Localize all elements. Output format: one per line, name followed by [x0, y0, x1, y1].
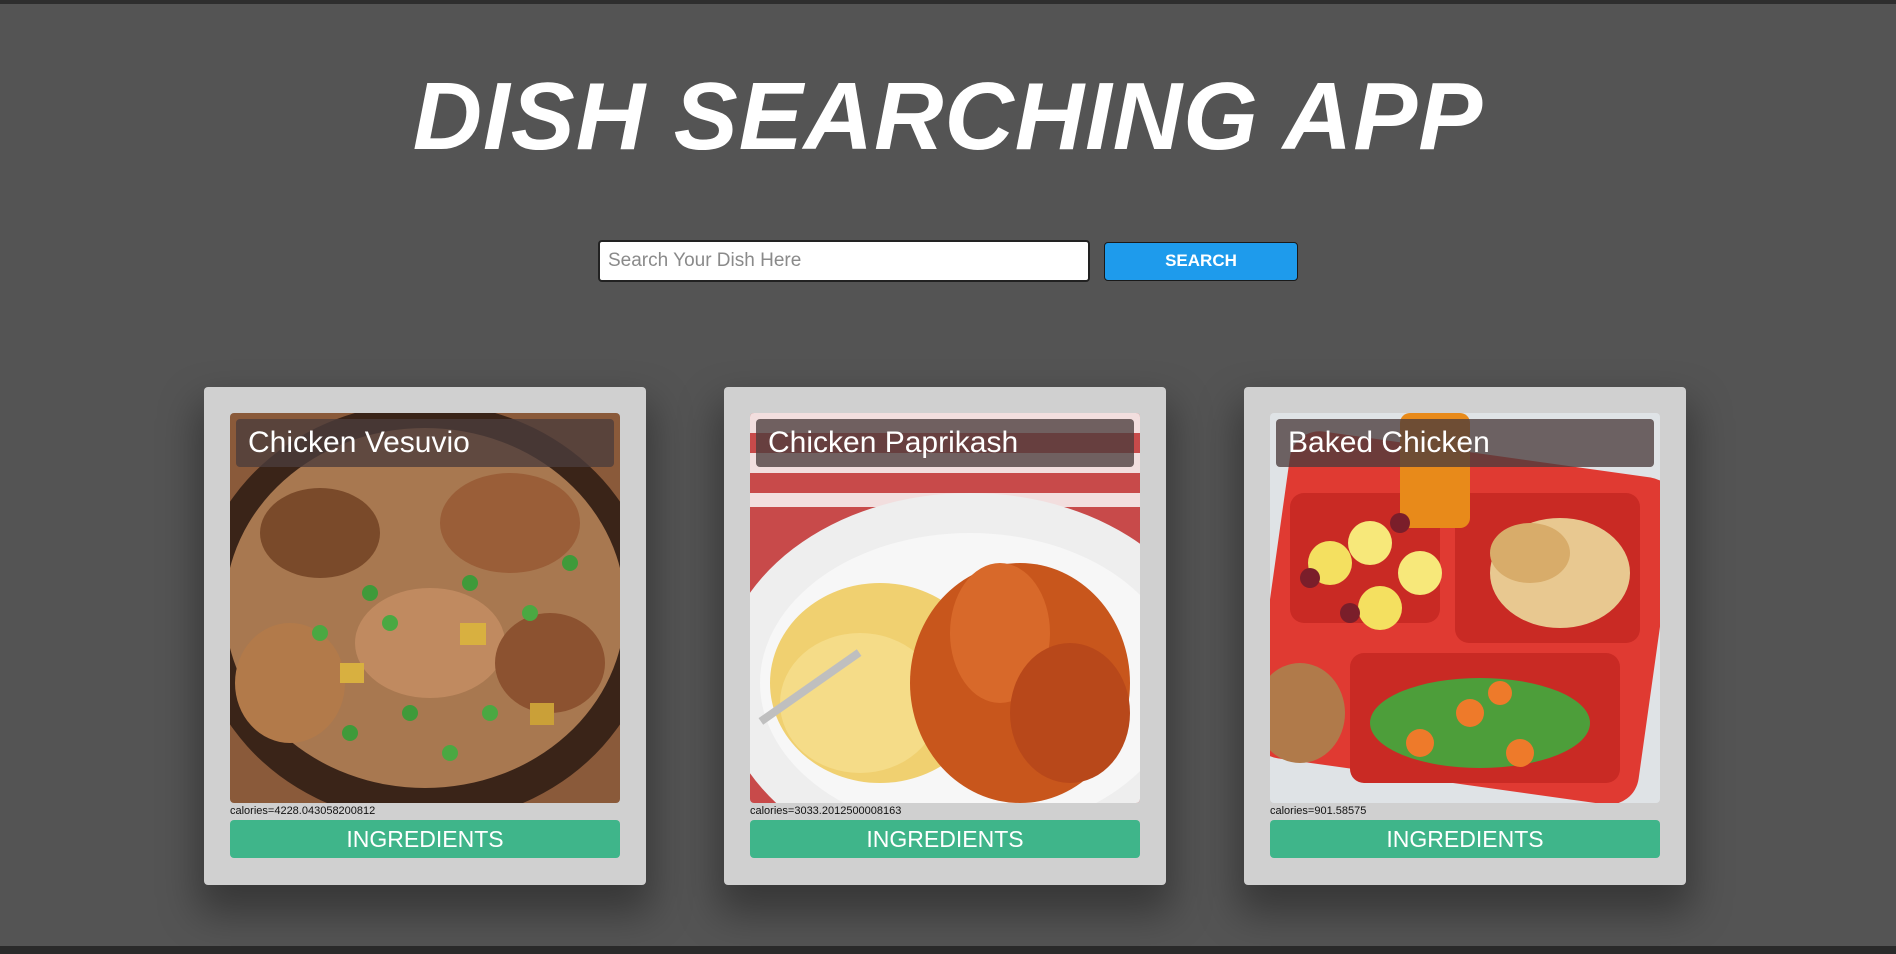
dish-image: Chicken Paprikash — [750, 413, 1140, 803]
ingredients-button[interactable]: INGREDIENTS — [230, 820, 620, 858]
dish-name: Chicken Paprikash — [756, 419, 1134, 467]
app-title: DISH SEARCHING APP — [412, 63, 1484, 170]
app-page: DISH SEARCHING APP SEARCH — [0, 0, 1896, 954]
dish-card: Baked Chicken calories=901.58575 INGREDI… — [1244, 387, 1686, 885]
dish-calories: calories=3033.2012500008163 — [750, 805, 902, 817]
search-bar: SEARCH — [598, 240, 1298, 282]
top-border — [0, 0, 1896, 4]
ingredients-button[interactable]: INGREDIENTS — [1270, 820, 1660, 858]
dish-image: Baked Chicken — [1270, 413, 1660, 803]
search-input[interactable] — [598, 240, 1090, 282]
search-button[interactable]: SEARCH — [1104, 241, 1298, 281]
dish-calories: calories=4228.043058200812 — [230, 805, 376, 817]
dish-card: Chicken Vesuvio calories=4228.0430582008… — [204, 387, 646, 885]
dish-card: Chicken Paprikash calories=3033.20125000… — [724, 387, 1166, 885]
dish-image: Chicken Vesuvio — [230, 413, 620, 803]
dish-name: Baked Chicken — [1276, 419, 1654, 467]
dish-calories: calories=901.58575 — [1270, 805, 1367, 817]
bottom-bar — [0, 946, 1896, 954]
dish-name: Chicken Vesuvio — [236, 419, 614, 467]
ingredients-button[interactable]: INGREDIENTS — [750, 820, 1140, 858]
